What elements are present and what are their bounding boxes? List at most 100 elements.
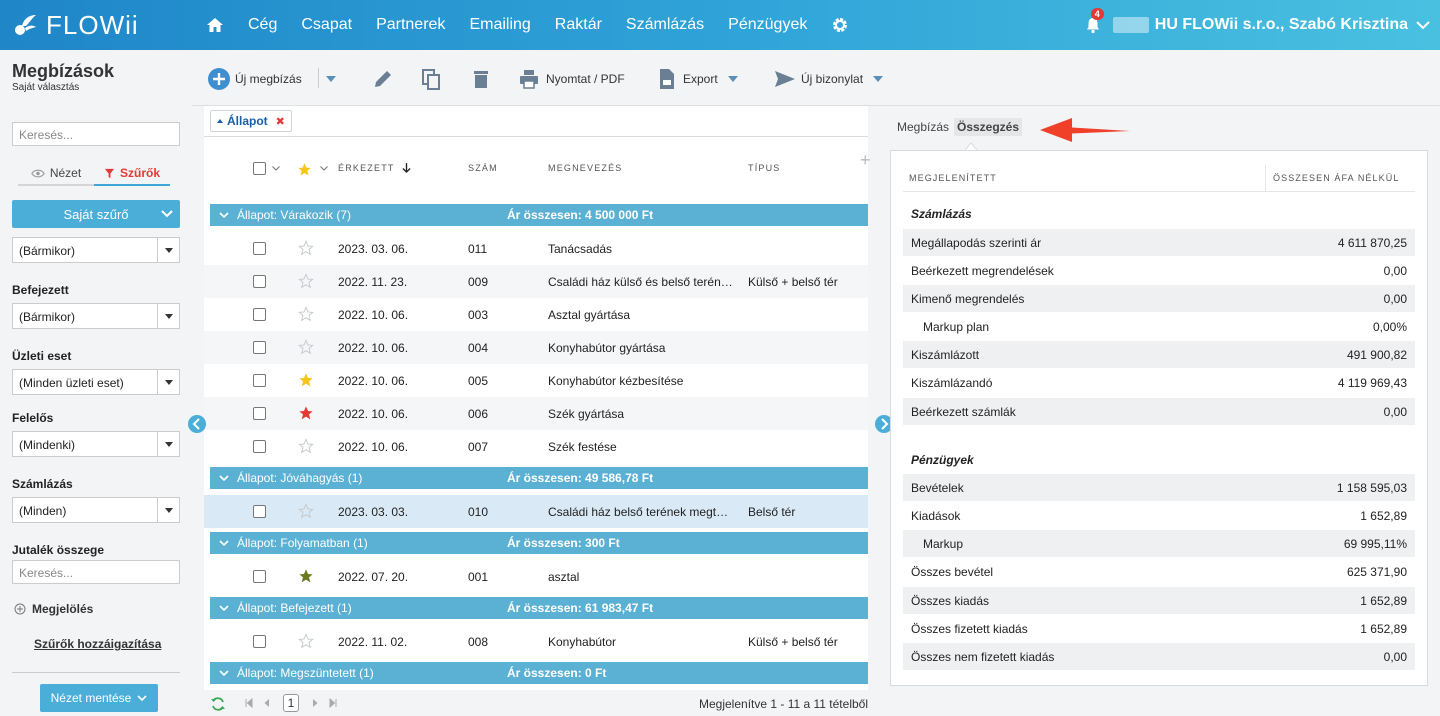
new-order-label: Új megbízás xyxy=(235,72,302,86)
commission-search-input[interactable]: Keresés... xyxy=(12,560,180,584)
row-checkbox[interactable] xyxy=(253,308,266,321)
tab-summary[interactable]: Összegzés xyxy=(954,118,1023,136)
row-checkbox[interactable] xyxy=(253,635,266,648)
row-checkbox[interactable] xyxy=(253,505,266,518)
nav-item-raktar[interactable]: Raktár xyxy=(555,16,602,34)
star-icon[interactable] xyxy=(297,162,312,177)
row-checkbox[interactable] xyxy=(253,570,266,583)
new-document-button[interactable]: Új bizonylat xyxy=(774,66,884,92)
nav-item-csapat[interactable]: Csapat xyxy=(301,16,352,34)
gear-icon[interactable] xyxy=(831,16,849,34)
table-row[interactable]: 2022. 10. 06. 007 Szék festése xyxy=(204,430,868,463)
table-row[interactable]: 2022. 10. 06. 003 Asztal gyártása xyxy=(204,298,868,331)
nav-item-partnerek[interactable]: Partnerek xyxy=(376,16,445,34)
star-icon[interactable] xyxy=(298,339,314,355)
own-filter-button[interactable]: Saját szűrő xyxy=(12,200,180,228)
account-name[interactable]: HU FLOWii s.r.o., Szabó Krisztina xyxy=(1155,16,1408,34)
table-row[interactable]: 2022. 10. 06. 006 Szék gyártása xyxy=(204,397,868,430)
select-all-checkbox[interactable] xyxy=(253,162,266,175)
responsible-select-value: (Mindenki) xyxy=(19,438,76,452)
nav-item-ceg[interactable]: Cég xyxy=(248,16,277,34)
caret-down-icon xyxy=(727,76,738,82)
summary-label: Kimenő megrendelés xyxy=(911,292,1025,306)
row-checkbox[interactable] xyxy=(253,440,266,453)
group-row-finished[interactable]: Állapot: Befejezett (1) Ár összesen: 61 … xyxy=(210,597,868,619)
row-checkbox[interactable] xyxy=(253,374,266,387)
group-row-approval[interactable]: Állapot: Jóváhagyás (1) Ár összesen: 49 … xyxy=(210,467,868,489)
date-select[interactable]: (Bármikor) xyxy=(12,237,180,263)
star-icon[interactable] xyxy=(298,372,314,388)
summary-label: Kiadások xyxy=(911,509,961,523)
star-icon[interactable] xyxy=(298,240,314,256)
responsible-select[interactable]: (Mindenki) xyxy=(12,431,180,457)
column-received[interactable]: ÉRKEZETT xyxy=(338,163,411,174)
table-row[interactable]: 2023. 03. 03. 010 Családi ház belső teré… xyxy=(204,495,868,528)
table-row[interactable]: 2022. 10. 06. 004 Konyhabútor gyártása xyxy=(204,331,868,364)
summary-label: Összes nem fizetett kiadás xyxy=(911,650,1055,664)
finished-select[interactable]: (Bármikor) xyxy=(12,303,180,329)
star-icon[interactable] xyxy=(298,405,314,421)
tab-filters[interactable]: Szűrők xyxy=(94,162,170,186)
print-pdf-button[interactable]: Nyomtat / PDF xyxy=(518,66,625,92)
group-row-in-progress[interactable]: Állapot: Folyamatban (1) Ár összesen: 30… xyxy=(210,532,868,554)
cell-date: 2022. 10. 06. xyxy=(338,440,409,454)
business-case-select[interactable]: (Minden üzleti eset) xyxy=(12,369,180,395)
column-number[interactable]: SZÁM xyxy=(468,163,498,173)
column-type[interactable]: TÍPUS xyxy=(748,163,781,173)
copy-button[interactable] xyxy=(420,66,442,92)
save-view-button[interactable]: Nézet mentése xyxy=(40,684,158,712)
group-row-cancelled[interactable]: Állapot: Megszüntetett (1) Ár összesen: … xyxy=(210,662,868,684)
star-icon[interactable] xyxy=(298,306,314,322)
last-page-icon[interactable] xyxy=(328,698,338,708)
table-row[interactable]: 2022. 11. 02. 008 Konyhabútor Külső + be… xyxy=(204,625,868,658)
row-checkbox[interactable] xyxy=(253,275,266,288)
nav-item-penzugyek[interactable]: Pénzügyek xyxy=(728,16,807,34)
next-page-icon[interactable] xyxy=(310,698,320,708)
table-row[interactable]: 2022. 11. 23. 009 Családi ház külső és b… xyxy=(204,265,868,298)
row-checkbox[interactable] xyxy=(253,407,266,420)
table-row[interactable]: 2023. 03. 06. 011 Tanácsadás xyxy=(204,232,868,265)
refresh-icon[interactable] xyxy=(210,696,226,712)
marking-toggle[interactable]: Megjelölés xyxy=(14,602,93,616)
invoicing-select[interactable]: (Minden) xyxy=(12,497,180,523)
delete-button[interactable] xyxy=(470,66,492,92)
edit-button[interactable] xyxy=(372,66,394,92)
home-icon[interactable] xyxy=(206,16,224,34)
nav-item-emailing[interactable]: Emailing xyxy=(469,16,530,34)
add-column-icon[interactable]: + xyxy=(860,150,871,171)
tab-order[interactable]: Megbízás xyxy=(897,120,949,134)
first-page-icon[interactable] xyxy=(244,698,254,708)
star-icon[interactable] xyxy=(298,568,314,584)
group-total: Ár összesen: 49 586,78 Ft xyxy=(507,471,654,485)
current-page[interactable]: 1 xyxy=(283,694,299,712)
star-icon[interactable] xyxy=(298,633,314,649)
star-icon[interactable] xyxy=(298,273,314,289)
chevron-down-icon[interactable] xyxy=(272,166,280,171)
row-checkbox[interactable] xyxy=(253,242,266,255)
cell-number: 006 xyxy=(468,407,489,421)
nav-item-szamlazas[interactable]: Számlázás xyxy=(626,16,704,34)
row-checkbox[interactable] xyxy=(253,341,266,354)
notifications[interactable]: 4 xyxy=(1085,8,1104,34)
column-name[interactable]: MEGNEVEZÉS xyxy=(548,163,623,173)
export-button[interactable]: Export xyxy=(656,66,738,92)
collapse-sidebar-button[interactable] xyxy=(188,415,206,433)
star-icon[interactable] xyxy=(298,503,314,519)
filter-chip-status[interactable]: Állapot ✖ xyxy=(210,110,292,132)
tab-view[interactable]: Nézet xyxy=(18,162,94,186)
group-row-waiting[interactable]: Állapot: Várakozik (7) Ár összesen: 4 50… xyxy=(210,204,868,226)
table-row[interactable]: 2022. 07. 20. 001 asztal xyxy=(204,560,868,593)
chevron-down-icon[interactable] xyxy=(1416,20,1430,30)
star-icon[interactable] xyxy=(298,438,314,454)
search-input[interactable]: Keresés... xyxy=(12,122,180,146)
logo[interactable]: FLOWii xyxy=(0,10,190,41)
tab-indicator xyxy=(965,142,977,150)
new-order-button[interactable]: Új megbízás xyxy=(208,66,302,92)
previous-page-icon[interactable] xyxy=(262,698,272,708)
close-icon[interactable]: ✖ xyxy=(276,115,285,128)
new-order-dropdown[interactable] xyxy=(326,66,336,92)
chevron-down-icon[interactable] xyxy=(320,166,328,171)
table-row[interactable]: 2022. 10. 06. 005 Konyhabútor kézbesítés… xyxy=(204,364,868,397)
top-navigation: FLOWii Cég Csapat Partnerek Emailing Rak… xyxy=(0,0,1440,50)
assign-filters-link[interactable]: Szűrők hozzáigazítása xyxy=(34,637,161,651)
